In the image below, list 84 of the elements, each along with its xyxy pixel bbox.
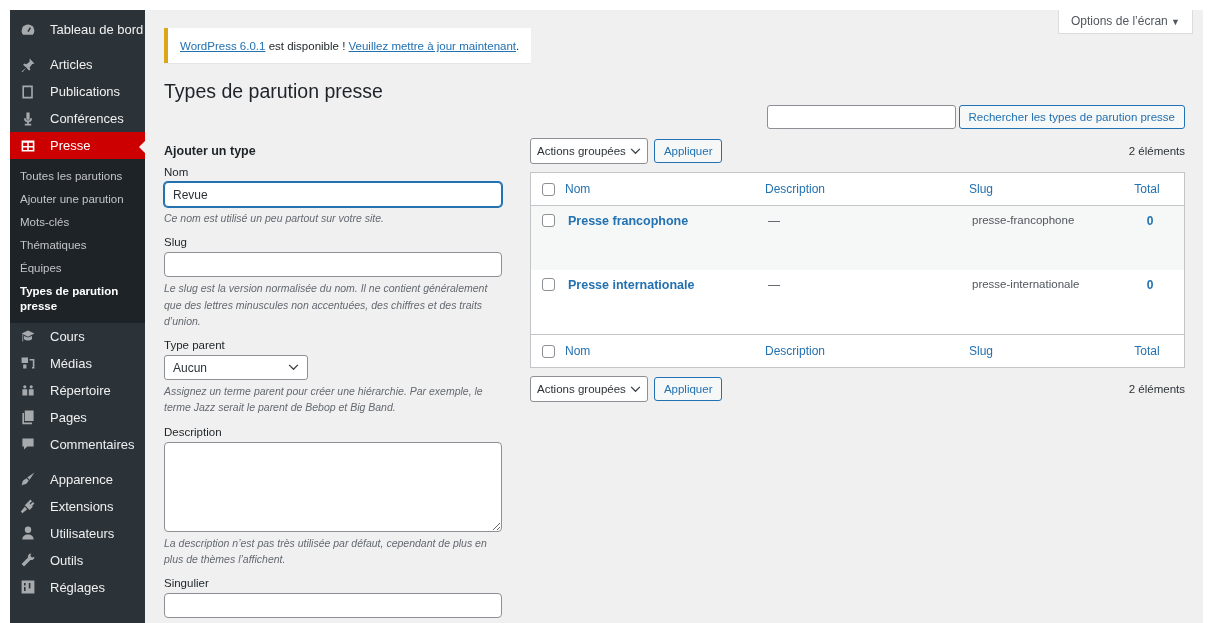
- field-label: Slug: [164, 236, 189, 249]
- menu-item[interactable]: Articles: [10, 51, 145, 78]
- plug-icon: [20, 498, 36, 515]
- text-field[interactable]: Revue: [164, 182, 502, 207]
- count-link[interactable]: 0: [1130, 214, 1170, 228]
- bulk-actions-select[interactable]: Actions groupées: [530, 138, 648, 164]
- column-header[interactable]: Total: [1127, 344, 1167, 358]
- chevron-down-icon: [629, 147, 641, 155]
- menu-item[interactable]: Tableau de bord: [10, 16, 145, 43]
- book-icon: [20, 83, 36, 100]
- field-label: Type parent: [164, 339, 226, 352]
- menu-item[interactable]: Extensions: [10, 492, 145, 520]
- notice-text: WordPress 6.0.1 est disponible ! Veuillez mettre à jour maintenant.: [180, 40, 520, 52]
- pin-icon: [20, 56, 36, 73]
- menu-item[interactable]: Publications: [10, 78, 145, 105]
- menu-item[interactable]: Conférences: [10, 105, 145, 132]
- grid-icon: [20, 137, 36, 154]
- submenu-item[interactable]: Mots-clés: [10, 210, 145, 234]
- text-field[interactable]: [164, 593, 502, 619]
- column-header[interactable]: Description: [765, 344, 969, 358]
- description-field[interactable]: [164, 441, 502, 532]
- field-label: Nom: [164, 166, 190, 178]
- table-cell-text: —: [768, 214, 781, 228]
- row-checkbox[interactable]: [541, 214, 555, 227]
- column-header[interactable]: Total: [1127, 182, 1167, 196]
- count-link[interactable]: 0: [1130, 278, 1170, 292]
- search-button[interactable]: Rechercher les types de parution presse: [958, 105, 1185, 129]
- submenu-item[interactable]: Toutes les parutions: [10, 165, 145, 188]
- table-cell-text: presse-internationale: [972, 278, 1081, 290]
- people-icon: [20, 382, 36, 399]
- brush-icon: [20, 471, 36, 488]
- form-heading: Ajouter un type: [164, 144, 257, 158]
- submenu-item[interactable]: Équipes: [10, 256, 145, 280]
- help-text: Assignez un terme parent pour créer une hiérarchie. Par exemple, le terme Jazz serait le parent de Bebop et Big Band.: [164, 384, 484, 416]
- item-count: 2 éléments: [1128, 145, 1185, 157]
- column-header[interactable]: Description: [765, 182, 969, 196]
- menu-item[interactable]: Cours: [10, 322, 145, 350]
- pages-icon: [20, 409, 36, 426]
- menu-item[interactable]: Commentaires: [10, 430, 145, 458]
- menu-item[interactable]: Pages: [10, 403, 145, 431]
- help-text: Ce nom est utilisé un peu partout sur votre site.: [164, 211, 386, 226]
- column-header[interactable]: Slug: [969, 344, 1127, 358]
- sliders-icon: [20, 579, 36, 596]
- apply-button[interactable]: Appliquer: [653, 377, 723, 401]
- select-all-checkbox[interactable]: [541, 182, 555, 196]
- text-field[interactable]: [164, 252, 502, 278]
- chevron-down-icon: [629, 385, 641, 393]
- submenu-item[interactable]: Types de parution presse: [10, 279, 145, 318]
- wrench-icon: [20, 552, 36, 569]
- menu-item[interactable]: Réglages: [10, 573, 145, 601]
- column-header[interactable]: Slug: [969, 182, 1127, 196]
- menu-item[interactable]: Médias: [10, 349, 145, 377]
- menu-item[interactable]: Utilisateurs: [10, 519, 145, 547]
- cap-icon: [20, 328, 36, 345]
- item-count: 2 éléments: [1128, 383, 1185, 395]
- user-icon: [20, 525, 36, 542]
- parent-select[interactable]: Aucun: [164, 355, 308, 381]
- column-header[interactable]: Nom: [565, 344, 765, 358]
- help-text: Le slug est la version normalisée du nom. Il ne contient généralement que des lettres minuscules non accentuées, des chiffres et des traits d’union.: [164, 281, 489, 329]
- screen-options-button[interactable]: Options de l’écran ▼: [1058, 10, 1193, 34]
- apply-button[interactable]: Appliquer: [653, 139, 723, 163]
- field-label: Singulier: [164, 577, 210, 590]
- menu-item[interactable]: Apparence: [10, 465, 145, 493]
- help-text: La description n’est pas très utilisée par défaut, cependant de plus en plus de thèmes l’affichent.: [164, 535, 488, 567]
- column-header[interactable]: Nom: [565, 182, 765, 196]
- table-cell-text: presse-francophone: [972, 214, 1076, 226]
- gauge-icon: [20, 21, 36, 38]
- row-checkbox[interactable]: [541, 278, 555, 291]
- chevron-down-icon: [288, 364, 299, 372]
- field-label: Description: [164, 425, 223, 438]
- menu-item[interactable]: Répertoire: [10, 376, 145, 404]
- search-field[interactable]: [766, 105, 956, 129]
- select-all-checkbox[interactable]: [541, 344, 555, 358]
- submenu-item[interactable]: Thématiques: [10, 233, 145, 257]
- menu-item[interactable]: Presse: [10, 132, 145, 159]
- table-cell-text: —: [768, 278, 781, 292]
- bulk-actions-select[interactable]: Actions groupées: [530, 376, 648, 402]
- menu-item[interactable]: Outils: [10, 546, 145, 574]
- media-icon: [20, 355, 36, 372]
- submenu-item[interactable]: Ajouter une parution: [10, 187, 145, 211]
- term-name-link[interactable]: Presse internationale: [565, 278, 768, 292]
- term-name-link[interactable]: Presse francophone: [565, 214, 768, 228]
- page-title: Types de parution presse: [164, 80, 384, 103]
- version-link[interactable]: WordPress 6.0.1: [180, 40, 266, 52]
